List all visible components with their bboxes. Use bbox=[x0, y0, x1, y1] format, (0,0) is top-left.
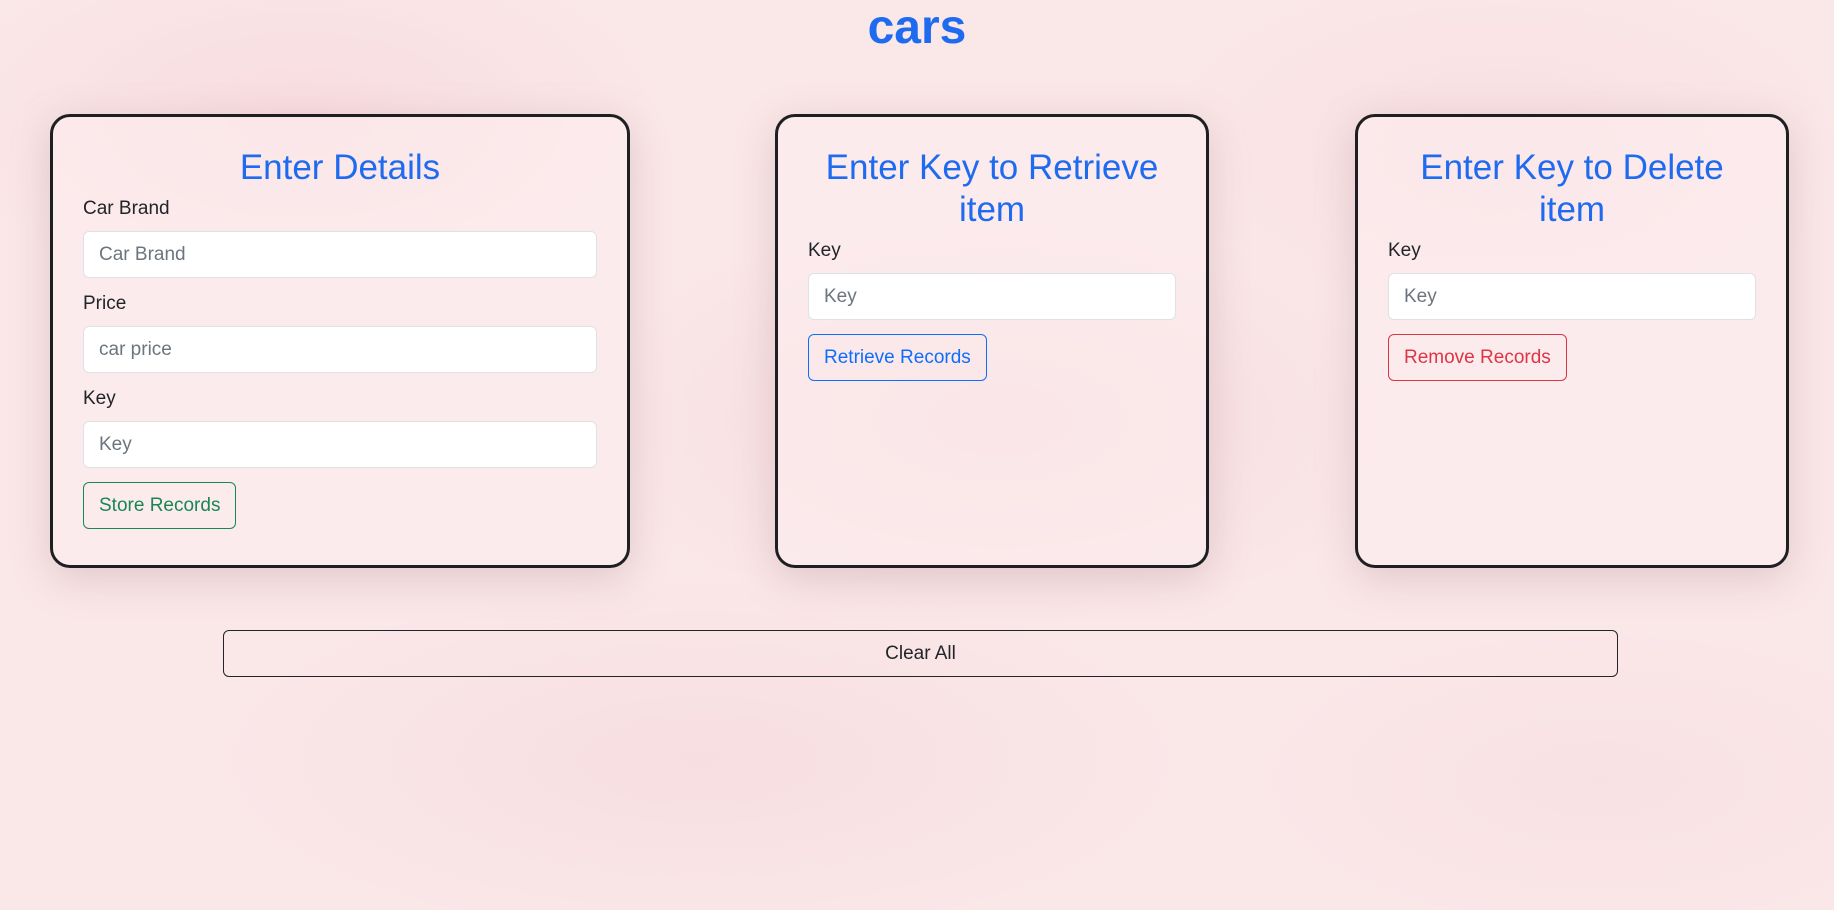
retrieve-card: Enter Key to Retrieve item Key Retrieve … bbox=[775, 114, 1209, 568]
price-input[interactable] bbox=[83, 326, 597, 373]
store-key-input[interactable] bbox=[83, 421, 597, 468]
store-key-label: Key bbox=[83, 388, 116, 409]
store-records-button[interactable]: Store Records bbox=[83, 482, 237, 529]
page-title: cars bbox=[867, 1, 967, 54]
delete-card: Enter Key to Delete item Key Remove Reco… bbox=[1355, 114, 1789, 568]
delete-key-label: Key bbox=[1388, 240, 1421, 261]
store-card-heading: Enter Details bbox=[239, 148, 441, 187]
car-brand-input[interactable] bbox=[83, 231, 597, 278]
car-brand-label: Car Brand bbox=[83, 198, 170, 219]
retrieve-key-label: Key bbox=[808, 240, 841, 261]
retrieve-card-heading: Enter Key to Retrieve item bbox=[825, 148, 1159, 229]
delete-card-heading: Enter Key to Delete item bbox=[1420, 148, 1724, 229]
retrieve-records-button[interactable]: Retrieve Records bbox=[808, 334, 987, 381]
price-label: Price bbox=[83, 293, 127, 314]
retrieve-key-input[interactable] bbox=[808, 273, 1176, 320]
clear-all-button[interactable]: Clear All bbox=[223, 630, 1618, 677]
remove-records-button[interactable]: Remove Records bbox=[1388, 334, 1567, 381]
store-card: Enter Details Car Brand Price Key Store … bbox=[50, 114, 630, 568]
delete-key-input[interactable] bbox=[1388, 273, 1756, 320]
